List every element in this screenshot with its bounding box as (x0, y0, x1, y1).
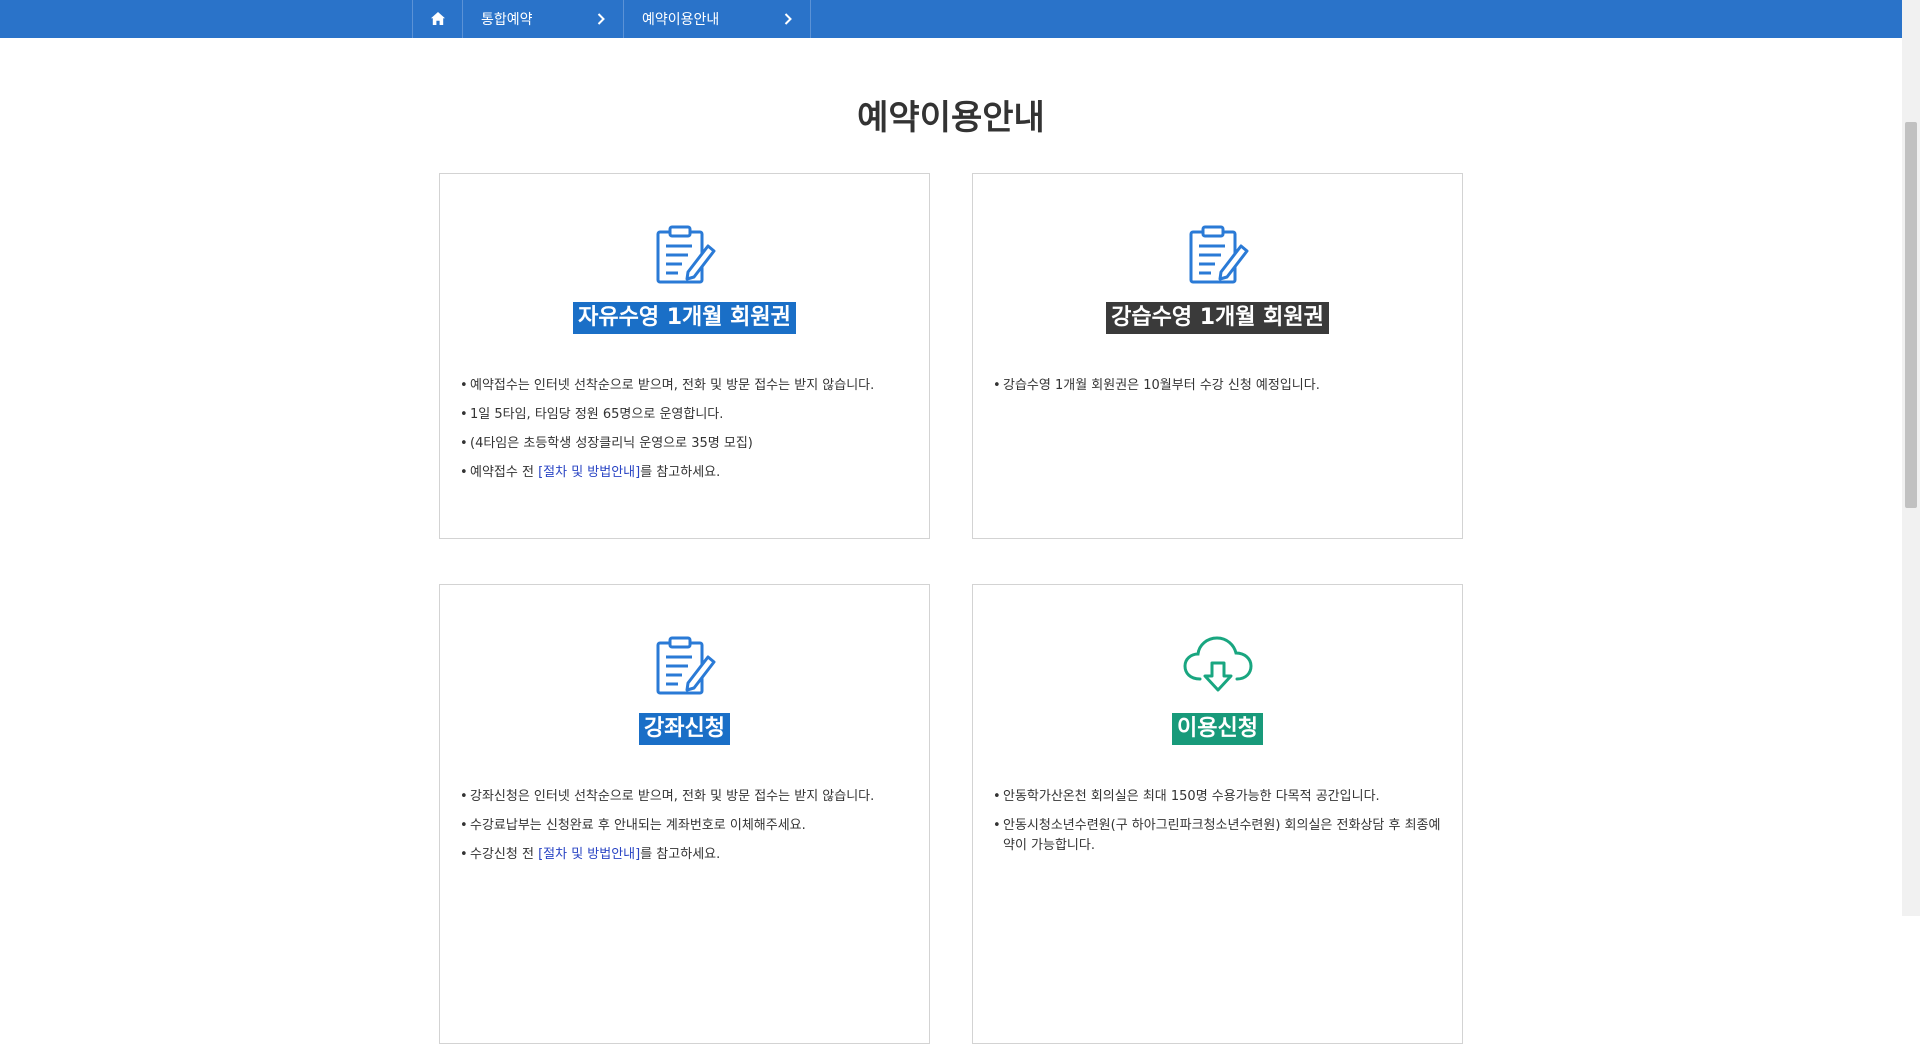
list-item-text: 를 참고하세요. (640, 465, 721, 480)
card-info-list: 예약접수는 인터넷 선착순으로 받으며, 전화 및 방문 접수는 받지 않습니다… (460, 376, 909, 492)
list-item: 예약접수는 인터넷 선착순으로 받으며, 전화 및 방문 접수는 받지 않습니다… (460, 376, 909, 396)
card-info-list: 강습수영 1개월 회원권은 10월부터 수강 신청 예정입니다. (993, 376, 1442, 405)
page-scrollbar[interactable] (1902, 0, 1920, 916)
procedure-guide-link[interactable]: [절차 및 방법안내] (538, 465, 640, 480)
cloud-download-icon (973, 635, 1462, 697)
list-item: 안동학가산온천 회의실은 최대 150명 수용가능한 다목적 공간입니다. (993, 787, 1442, 807)
card-title: 자유수영 1개월 회원권 (573, 302, 796, 334)
card-free-swim: 자유수영 1개월 회원권 예약접수는 인터넷 선착순으로 받으며, 전화 및 방… (439, 173, 930, 539)
list-item-text: 예약접수 전 (470, 465, 539, 480)
list-item: 수강신청 전 [절차 및 방법안내]를 참고하세요. (460, 845, 909, 865)
card-course-application: 강좌신청 강좌신청은 인터넷 선착순으로 받으며, 전화 및 방문 접수는 받지… (439, 584, 930, 1044)
list-item: (4타임은 초등학생 성장클리닉 운영으로 35명 모집) (460, 434, 909, 454)
list-item-text: 를 참고하세요. (640, 847, 721, 862)
breadcrumb-item-guide[interactable]: 예약이용안내 (624, 0, 811, 38)
card-usage-application: 이용신청 안동학가산온천 회의실은 최대 150명 수용가능한 다목적 공간입니… (972, 584, 1463, 1044)
chevron-right-icon (784, 13, 792, 25)
card-info-list: 강좌신청은 인터넷 선착순으로 받으며, 전화 및 방문 접수는 받지 않습니다… (460, 787, 909, 874)
procedure-guide-link[interactable]: [절차 및 방법안내] (538, 847, 640, 862)
home-icon (430, 10, 445, 29)
breadcrumb-home-button[interactable] (413, 0, 463, 38)
breadcrumb-item-label: 예약이용안내 (642, 12, 720, 28)
list-item: 강습수영 1개월 회원권은 10월부터 수강 신청 예정입니다. (993, 376, 1442, 396)
list-item: 수강료납부는 신청완료 후 안내되는 계좌번호로 이체해주세요. (460, 816, 909, 836)
list-item: 1일 5타임, 타임당 정원 65명으로 운영합니다. (460, 405, 909, 425)
card-info-list: 안동학가산온천 회의실은 최대 150명 수용가능한 다목적 공간입니다. 안동… (993, 787, 1442, 865)
card-title: 이용신청 (1172, 713, 1263, 745)
breadcrumb: 통합예약 예약이용안내 (412, 0, 811, 38)
clipboard-pencil-icon (440, 635, 929, 697)
clipboard-pencil-icon (440, 224, 929, 286)
breadcrumb-item-label: 통합예약 (481, 12, 533, 28)
breadcrumb-item-reservation[interactable]: 통합예약 (463, 0, 624, 38)
list-item-text: 수강신청 전 (470, 847, 539, 862)
list-item: 안동시청소년수련원(구 하아그린파크청소년수련원) 회의실은 전화상담 후 최종… (993, 816, 1442, 856)
list-item: 예약접수 전 [절차 및 방법안내]를 참고하세요. (460, 463, 909, 483)
clipboard-pencil-icon (973, 224, 1462, 286)
chevron-right-icon (597, 13, 605, 25)
top-navigation-bar: 통합예약 예약이용안내 (0, 0, 1902, 38)
list-item: 강좌신청은 인터넷 선착순으로 받으며, 전화 및 방문 접수는 받지 않습니다… (460, 787, 909, 807)
card-title: 강좌신청 (639, 713, 730, 745)
scrollbar-thumb[interactable] (1905, 122, 1917, 508)
card-title: 강습수영 1개월 회원권 (1106, 302, 1329, 334)
card-lesson-swim: 강습수영 1개월 회원권 강습수영 1개월 회원권은 10월부터 수강 신청 예… (972, 173, 1463, 539)
page-title: 예약이용안내 (857, 98, 1045, 138)
